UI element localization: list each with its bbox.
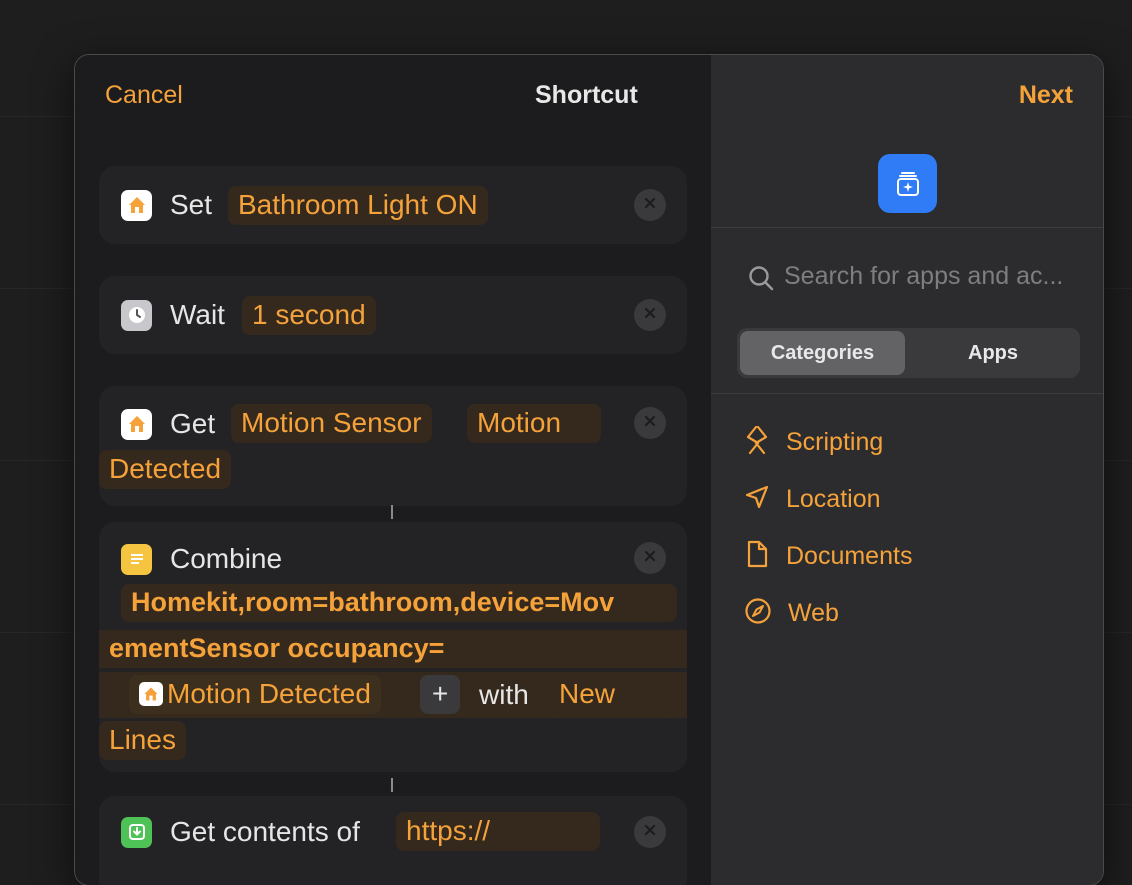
add-variable-button[interactable]: + [420,675,461,714]
remove-action-button[interactable] [634,189,666,221]
next-button[interactable]: Next [1019,81,1073,110]
scene-parameter[interactable]: Bathroom Light ON [228,186,488,225]
category-web[interactable]: Web [744,597,839,630]
remove-action-button[interactable] [634,542,666,574]
compass-icon [744,597,772,630]
separator-parameter[interactable]: New [549,675,674,714]
characteristic-parameter[interactable]: Motion [467,404,602,443]
shortcut-editor-window: Cancel Shortcut Set Bathroom Light ON Wa… [75,55,1103,885]
action-get[interactable]: Get Motion Sensor Motion Detected [99,386,687,506]
close-icon [643,823,657,842]
location-arrow-icon [744,484,770,515]
cancel-button[interactable]: Cancel [105,81,183,110]
action-wait[interactable]: Wait 1 second [99,276,687,354]
divider [711,227,1103,228]
shortcut-icon[interactable] [878,154,937,213]
scripting-icon [744,425,770,460]
action-verb: Set [170,189,213,220]
search-icon [747,264,775,297]
home-icon [121,189,152,221]
editor-pane: Cancel Shortcut Set Bathroom Light ON Wa… [75,55,711,885]
divider [711,393,1103,394]
variable-label: Motion Detected [167,678,371,709]
download-icon [121,816,152,848]
search-input[interactable]: Search for apps and ac... [784,262,1063,291]
with-label: with [479,679,529,710]
category-documents[interactable]: Documents [744,539,912,574]
home-icon [139,682,163,706]
close-icon [643,414,657,433]
clock-icon [121,299,152,331]
characteristic-parameter-wrap[interactable]: Detected [99,450,232,489]
category-scripting[interactable]: Scripting [744,425,883,460]
close-icon [643,549,657,568]
action-verb: Get contents of [170,816,360,847]
text-parameter-wrap[interactable]: ementSensor occupancy= [99,630,687,668]
tab-categories[interactable]: Categories [740,331,905,375]
remove-action-button[interactable] [634,816,666,848]
document-icon [744,539,770,574]
action-set[interactable]: Set Bathroom Light ON [99,166,687,244]
category-label: Location [786,485,881,513]
category-segmented-control: Categories Apps [737,328,1080,378]
close-icon [643,306,657,325]
variable-token[interactable]: Motion Detected [129,675,381,714]
page-title: Shortcut [535,81,638,109]
action-library-pane: Next Search for apps and ac... Categorie… [711,55,1103,885]
category-label: Web [788,599,839,627]
text-parameter[interactable]: Homekit,room=bathroom,device=Mov [121,584,677,622]
text-icon [121,543,152,575]
category-label: Documents [786,542,913,570]
separator-parameter-wrap[interactable]: Lines [99,721,186,760]
category-location[interactable]: Location [744,484,881,515]
action-verb: Wait [170,299,225,330]
flow-connector [391,778,393,792]
category-label: Scripting [786,428,884,456]
remove-action-button[interactable] [634,407,666,439]
close-icon [643,196,657,215]
accessory-parameter[interactable]: Motion Sensor [231,404,432,443]
action-combine[interactable]: Combine Homekit,room=bathroom,device=Mov… [99,522,687,772]
action-verb: Combine [170,543,283,574]
url-parameter[interactable]: https:// [396,812,601,851]
flow-connector [391,505,393,519]
duration-parameter[interactable]: 1 second [242,296,376,335]
tab-apps[interactable]: Apps [909,331,1077,375]
home-icon [121,408,152,440]
remove-action-button[interactable] [634,299,666,331]
action-get-contents[interactable]: Get contents of https:// [99,796,687,885]
action-verb: Get [170,408,216,439]
